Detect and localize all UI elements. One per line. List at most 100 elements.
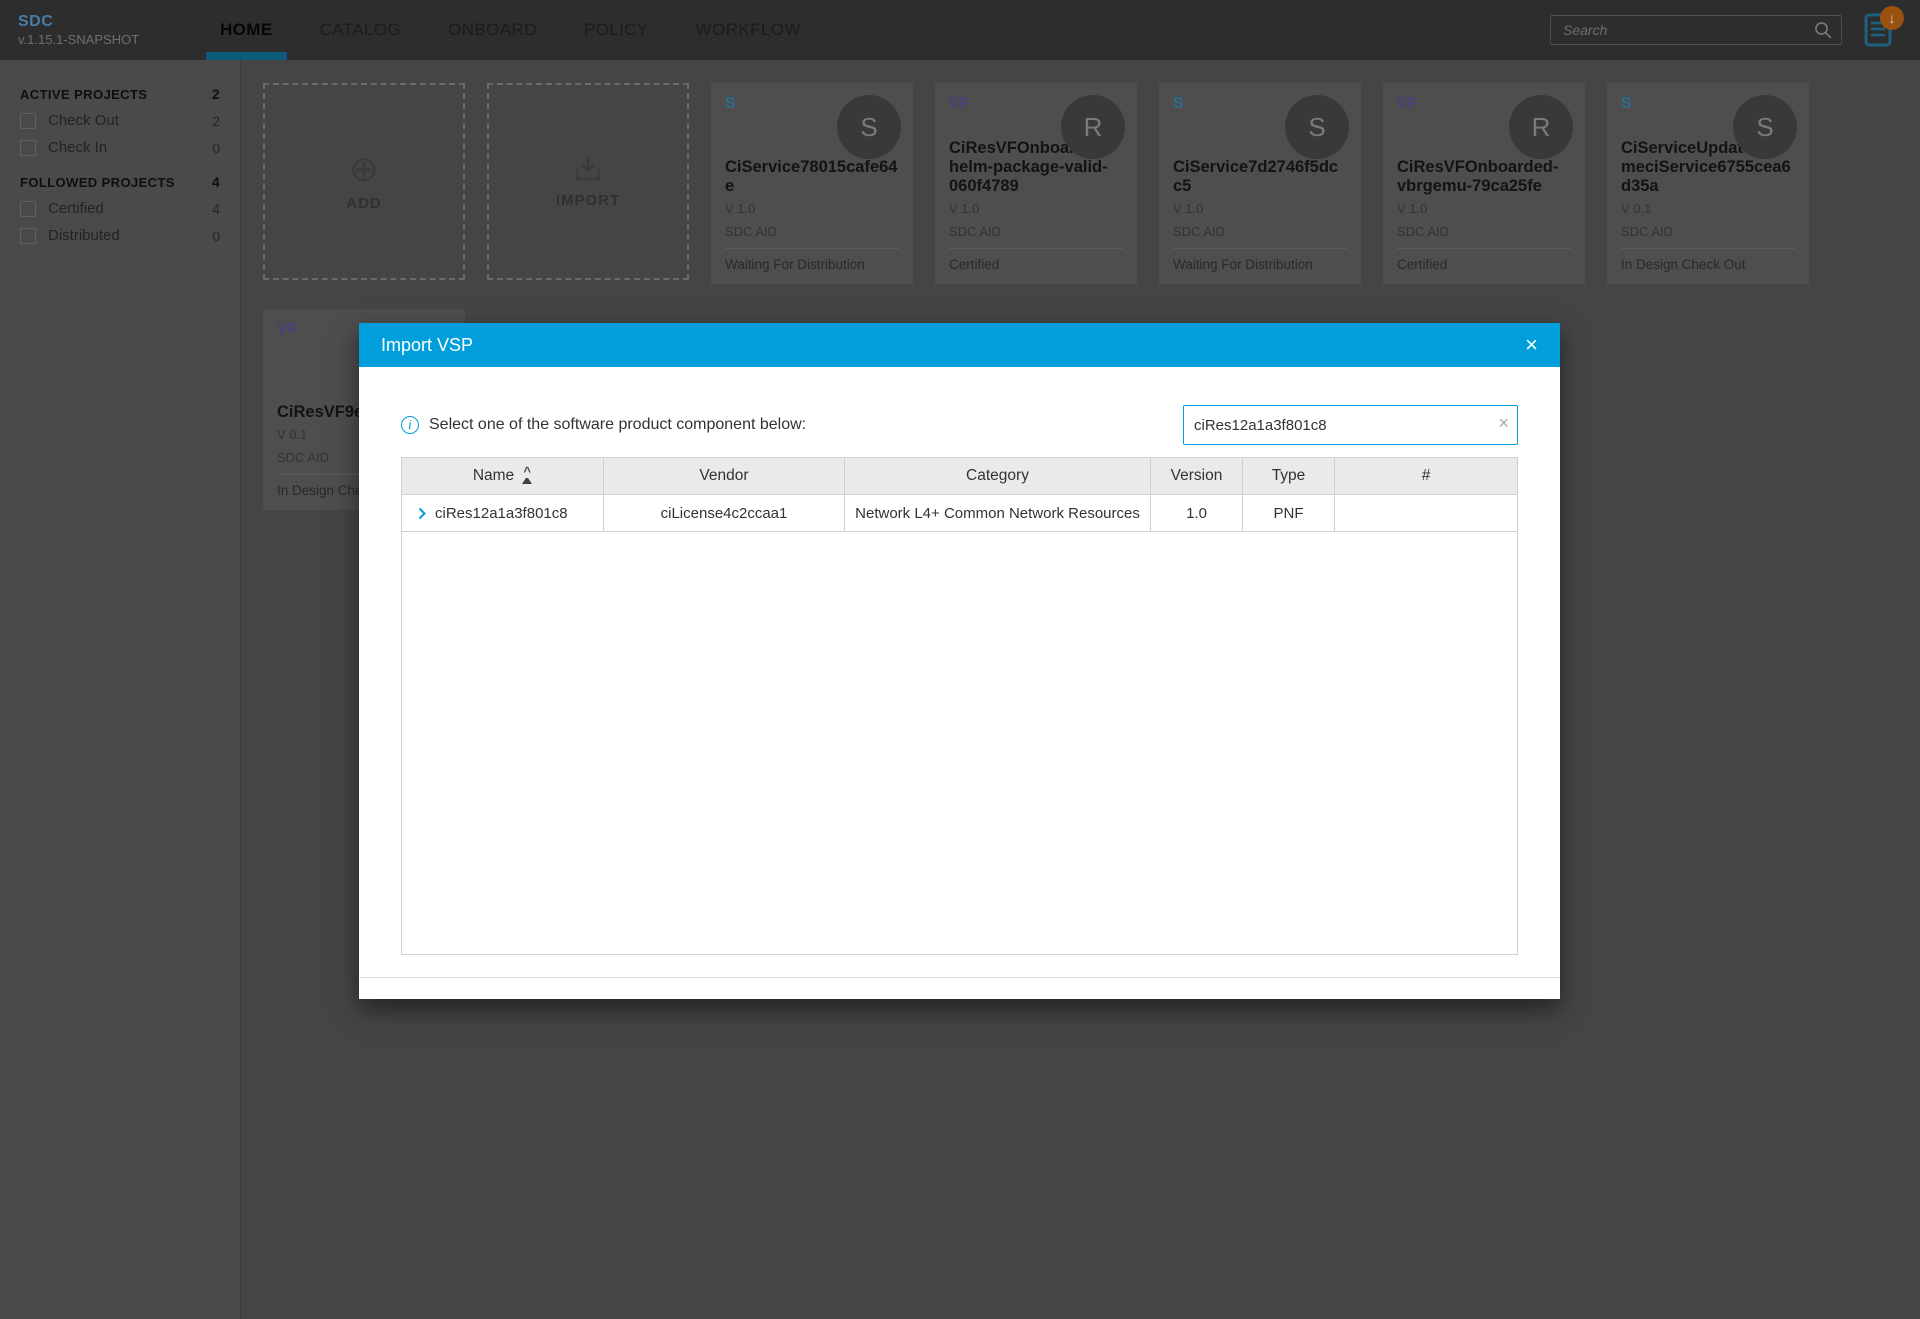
table-row[interactable]: ciRes12a1a3f801c8 ciLicense4c2ccaa1 Netw… [402,495,1517,532]
section-header: FOLLOWED PROJECTS 4 [20,174,220,190]
chevron-right-icon[interactable] [418,507,426,520]
filter-label: Certified [48,200,104,217]
vsp-filter-input[interactable] [1183,405,1518,445]
card-author: SDC AID [949,222,1123,242]
column-header-category[interactable]: Category [845,458,1151,494]
section-count: 4 [212,174,220,190]
tab-workflow[interactable]: WORKFLOW [696,0,801,60]
vsp-filter: × [1183,405,1518,445]
avatar: R [1509,95,1573,159]
import-tile[interactable]: IMPORT [487,83,689,280]
tab-home[interactable]: HOME [220,0,273,60]
logo-version: v.1.15.1-SNAPSHOT [18,32,208,47]
modal-body: i Select one of the software product com… [359,367,1560,977]
card-version: V 0.1 [1621,199,1795,219]
tab-catalog[interactable]: CATALOG [320,0,402,60]
avatar: S [1733,95,1797,159]
table-header-row: Name ^ Vendor Category Version Type # [402,458,1517,495]
cell-vendor: ciLicense4c2ccaa1 [604,495,845,531]
filter-check-out[interactable]: Check Out 2 [20,112,220,129]
card-ciresvfonboarded-vbrgemu[interactable]: VF R CiResVFOnboarded-vbrgemu-79ca25fe V… [1383,83,1585,284]
column-header-name[interactable]: Name ^ [402,458,604,494]
card-ciserviceupdatednameci[interactable]: S S CiServiceUpdatedNameciService6755cea… [1607,83,1809,284]
search-icon [1814,21,1833,40]
status-badge: Waiting For Distribution [725,249,899,272]
instruction-row: i Select one of the software product com… [401,405,1518,445]
search-input[interactable] [1551,16,1841,44]
card-ciservice7d2746f5dcc5[interactable]: S S CiService7d2746f5dcc5 V 1.0 SDC AID … [1159,83,1361,284]
section-title: ACTIVE PROJECTS [20,87,147,102]
card-version: V 1.0 [725,199,899,219]
notification-badge: ↓ [1880,6,1904,30]
import-vsp-modal: Import VSP × i Select one of the softwar… [359,323,1560,999]
cell-type: PNF [1243,495,1335,531]
column-header-vendor[interactable]: Vendor [604,458,845,494]
filter-certified[interactable]: Certified 4 [20,200,220,217]
sidebar-section-followed-projects: FOLLOWED PROJECTS 4 Certified 4 Distribu… [20,174,220,244]
tab-onboard[interactable]: ONBOARD [448,0,537,60]
cell-category: Network L4+ Common Network Resources [845,495,1151,531]
card-ciresvfonboarded-helm[interactable]: VF R CiResVFOnboarded-helm-package-valid… [935,83,1137,284]
status-badge: Certified [1397,249,1571,272]
sort-ascending-icon: ^ [522,468,532,484]
column-header-count[interactable]: # [1335,458,1517,494]
card-title: CiResVFOnboarded-vbrgemu-79ca25fe [1397,158,1571,196]
card-version: V 1.0 [1173,199,1347,219]
header-search [1550,15,1842,45]
section-header: ACTIVE PROJECTS 2 [20,86,220,102]
vsp-table: Name ^ Vendor Category Version Type # [401,457,1518,955]
status-badge: Waiting For Distribution [1173,249,1347,272]
checkbox-icon[interactable] [20,113,36,129]
info-icon: i [401,416,419,434]
section-count: 2 [212,86,220,102]
filter-count: 2 [212,113,220,129]
avatar: R [1061,95,1125,159]
instruction-text: Select one of the software product compo… [429,416,806,434]
column-header-type[interactable]: Type [1243,458,1335,494]
notifications-button[interactable]: ↓ [1864,13,1894,47]
close-icon[interactable]: × [1525,334,1538,356]
cell-count [1335,495,1517,531]
sdc-logo: SDC v.1.15.1-SNAPSHOT [18,13,208,47]
filter-label: Distributed [48,227,120,244]
card-ciservice78015cafe64e[interactable]: S S CiService78015cafe64e V 1.0 SDC AID … [711,83,913,284]
modal-footer [359,977,1560,999]
card-title: CiService7d2746f5dcc5 [1173,158,1347,196]
cell-name: ciRes12a1a3f801c8 [402,495,604,531]
card-author: SDC AID [1173,222,1347,242]
import-icon [573,155,603,183]
add-tile[interactable]: ⊕ ADD [263,83,465,280]
avatar: S [837,95,901,159]
filter-count: 0 [212,140,220,156]
filter-label: Check In [48,139,107,156]
card-author: SDC AID [1621,222,1795,242]
plus-circle-icon: ⊕ [349,152,379,186]
checkbox-icon[interactable] [20,140,36,156]
logo-title: SDC [18,13,208,31]
filter-check-in[interactable]: Check In 0 [20,139,220,156]
sidebar-section-active-projects: ACTIVE PROJECTS 2 Check Out 2 Check In 0 [20,86,220,156]
card-version: V 1.0 [1397,199,1571,219]
clear-filter-icon[interactable]: × [1498,413,1509,433]
checkbox-icon[interactable] [20,228,36,244]
filter-distributed[interactable]: Distributed 0 [20,227,220,244]
checkbox-icon[interactable] [20,201,36,217]
tile-label: IMPORT [556,192,620,209]
sdc-application: SDC v.1.15.1-SNAPSHOT HOME CATALOG ONBOA… [0,0,1920,1319]
column-header-version[interactable]: Version [1151,458,1243,494]
cell-version: 1.0 [1151,495,1243,531]
filter-count: 4 [212,201,220,217]
header-right: ↓ [1550,13,1894,47]
top-header: SDC v.1.15.1-SNAPSHOT HOME CATALOG ONBOA… [0,0,1920,60]
card-version: V 1.0 [949,199,1123,219]
left-sidebar: ACTIVE PROJECTS 2 Check Out 2 Check In 0… [0,60,241,1319]
status-badge: Certified [949,249,1123,272]
tab-policy[interactable]: POLICY [584,0,649,60]
down-arrow-icon: ↓ [1889,10,1896,26]
modal-title: Import VSP [381,335,473,356]
tile-label: ADD [346,195,382,212]
table-empty-area [402,532,1517,954]
main-nav: HOME CATALOG ONBOARD POLICY WORKFLOW [220,0,801,60]
status-badge: In Design Check Out [1621,249,1795,272]
card-author: SDC AID [1397,222,1571,242]
